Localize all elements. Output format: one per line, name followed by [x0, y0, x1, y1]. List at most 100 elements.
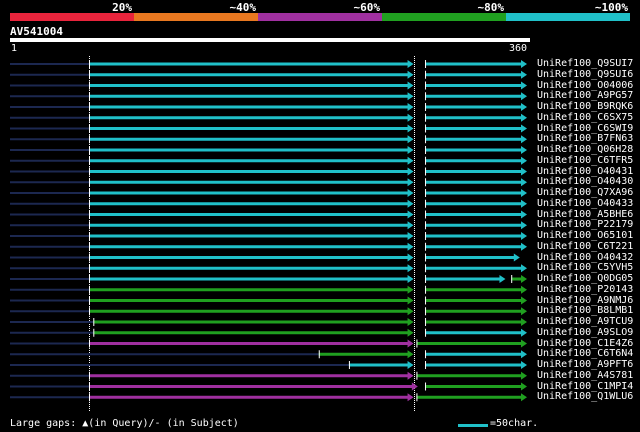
hsp-bar[interactable]: [425, 277, 501, 281]
hit-id-link[interactable]: UniRef100_C6T221: [537, 241, 633, 252]
hsp-bar[interactable]: [425, 309, 522, 313]
hsp-bar[interactable]: [88, 73, 409, 77]
hsp-bar[interactable]: [416, 395, 522, 399]
hit-id-link[interactable]: UniRef100_C1MPI4: [537, 381, 633, 392]
hsp-bar[interactable]: [88, 148, 409, 152]
hsp-bar[interactable]: [425, 352, 522, 356]
hsp-bar[interactable]: [425, 116, 522, 120]
hsp-bar[interactable]: [425, 170, 522, 173]
hsp-bar[interactable]: [88, 191, 409, 195]
hit-id-link[interactable]: UniRef100_C1E4Z6: [537, 338, 633, 349]
hsp-bar[interactable]: [425, 213, 522, 216]
hsp-bar[interactable]: [425, 159, 522, 163]
hsp-bar[interactable]: [318, 352, 409, 356]
hsp-bar[interactable]: [88, 266, 409, 270]
hit-id-link[interactable]: UniRef100_C6TFR5: [537, 155, 633, 166]
hit-id-link[interactable]: UniRef100_A9SLO9: [537, 327, 633, 338]
hsp-bar[interactable]: [425, 266, 522, 270]
hit-id-link[interactable]: UniRef100_B9RQK6: [537, 101, 633, 112]
hsp-bar[interactable]: [88, 299, 409, 302]
hsp-bar[interactable]: [88, 62, 409, 66]
hit-id-link[interactable]: UniRef100_O40431: [537, 166, 633, 177]
hsp-bar[interactable]: [88, 127, 409, 130]
hsp-bar[interactable]: [88, 245, 409, 249]
hsp-bar[interactable]: [425, 191, 522, 195]
hit-id-link[interactable]: UniRef100_O04006: [537, 80, 633, 91]
hsp-bar[interactable]: [425, 288, 522, 292]
hsp-bar[interactable]: [425, 73, 522, 77]
hsp-bar[interactable]: [88, 395, 409, 399]
hit-id-link[interactable]: UniRef100_A9PG57: [537, 90, 633, 101]
hsp-bar[interactable]: [88, 213, 409, 216]
hsp-bar[interactable]: [416, 374, 522, 378]
hsp-bar[interactable]: [425, 331, 522, 335]
hit-id-link[interactable]: UniRef100_Q9SUI7: [537, 58, 633, 69]
hsp-bar[interactable]: [88, 256, 409, 259]
hsp-bar[interactable]: [425, 94, 522, 98]
hsp-bar[interactable]: [88, 288, 409, 292]
hit-id-link[interactable]: UniRef100_C6SX75: [537, 112, 633, 123]
hsp-bar[interactable]: [425, 180, 522, 184]
hit-id-link[interactable]: UniRef100_C5YVH5: [537, 262, 633, 273]
hsp-bar[interactable]: [88, 105, 409, 109]
hit-id-link[interactable]: UniRef100_C6T6N4: [537, 348, 633, 359]
hsp-bar[interactable]: [93, 331, 409, 335]
hsp-bar[interactable]: [425, 105, 522, 109]
hsp-bar[interactable]: [88, 309, 409, 313]
hsp-bar[interactable]: [425, 320, 522, 324]
hit-id-link[interactable]: UniRef100_P20143: [537, 284, 633, 295]
hsp-bar[interactable]: [88, 116, 409, 120]
hsp-bar[interactable]: [425, 245, 522, 249]
hsp-start-tick: [88, 167, 90, 176]
hsp-bar[interactable]: [511, 277, 522, 281]
hsp-bar[interactable]: [425, 148, 522, 152]
hsp-bar[interactable]: [425, 62, 522, 66]
hsp-bar[interactable]: [425, 84, 522, 87]
hit-id-link[interactable]: UniRef100_O65101: [537, 230, 633, 241]
hit-id-link[interactable]: UniRef100_B8LMB1: [537, 305, 633, 316]
hit-id-link[interactable]: UniRef100_C6SWI9: [537, 123, 633, 134]
hsp-bar[interactable]: [88, 223, 409, 227]
hsp-bar[interactable]: [425, 363, 522, 367]
hsp-bar[interactable]: [88, 94, 409, 98]
hit-id-link[interactable]: UniRef100_A5BHE6: [537, 209, 633, 220]
hsp-bar[interactable]: [88, 385, 413, 388]
hsp-bar[interactable]: [88, 234, 409, 238]
hsp-bar[interactable]: [425, 234, 522, 238]
hsp-bar[interactable]: [425, 127, 522, 130]
hit-id-link[interactable]: UniRef100_O40430: [537, 176, 633, 187]
hsp-bar[interactable]: [425, 202, 522, 206]
hit-id-link[interactable]: UniRef100_A9PFT6: [537, 359, 633, 370]
hsp-bar[interactable]: [88, 202, 409, 206]
hit-id-link[interactable]: UniRef100_A4S781: [537, 370, 633, 381]
hsp-bar[interactable]: [416, 342, 522, 345]
hit-id-link[interactable]: UniRef100_Q7XA96: [537, 187, 633, 198]
hit-id-link[interactable]: UniRef100_Q1WLU6: [537, 391, 633, 402]
hit-id-link[interactable]: UniRef100_O40432: [537, 252, 633, 263]
hit-id-link[interactable]: UniRef100_A9TCU9: [537, 316, 633, 327]
hsp-bar[interactable]: [88, 84, 409, 87]
hsp-start-tick: [88, 199, 90, 208]
hsp-bar[interactable]: [88, 374, 409, 378]
hsp-bar[interactable]: [88, 180, 409, 184]
hsp-bar[interactable]: [425, 137, 522, 141]
hsp-bar[interactable]: [425, 223, 522, 227]
hit-id-link[interactable]: UniRef100_Q9SUI6: [537, 69, 633, 80]
hit-id-link[interactable]: UniRef100_P22179: [537, 219, 633, 230]
hsp-bar[interactable]: [93, 320, 409, 324]
hsp-bar[interactable]: [425, 256, 515, 259]
hsp-bar[interactable]: [88, 277, 409, 281]
hsp-bar[interactable]: [88, 137, 409, 141]
hsp-arrow-icon: [407, 199, 414, 208]
hsp-bar[interactable]: [88, 170, 409, 173]
hsp-bar[interactable]: [425, 385, 522, 388]
hit-id-link[interactable]: UniRef100_Q0DG05: [537, 273, 633, 284]
hsp-bar[interactable]: [88, 159, 409, 163]
hit-id-link[interactable]: UniRef100_A9NMJ6: [537, 295, 633, 306]
hit-id-link[interactable]: UniRef100_O40433: [537, 198, 633, 209]
hsp-bar[interactable]: [88, 342, 409, 345]
hsp-bar[interactable]: [425, 299, 522, 302]
hit-id-link[interactable]: UniRef100_Q06H28: [537, 144, 633, 155]
hit-id-link[interactable]: UniRef100_B7FN63: [537, 133, 633, 144]
hsp-bar[interactable]: [348, 363, 409, 367]
